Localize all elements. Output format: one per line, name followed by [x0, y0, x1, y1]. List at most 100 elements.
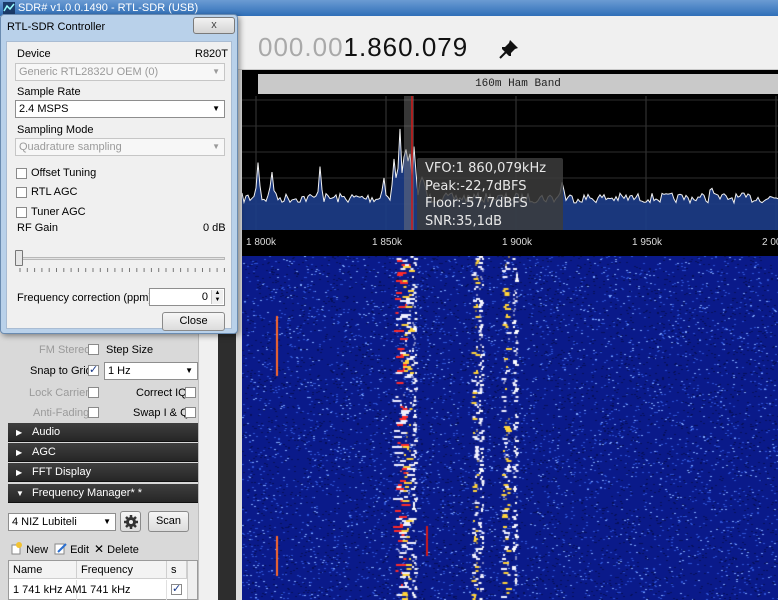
frequency-bar: 000.001.860.079 [236, 16, 778, 70]
rf-gain-slider-ticks [19, 268, 225, 272]
fm-stereo-checkbox[interactable] [88, 344, 99, 355]
close-button[interactable]: Close [162, 312, 225, 331]
snap-to-grid-label: Snap to Grid [30, 365, 92, 377]
dialog-title: RTL-SDR Controller [7, 21, 106, 33]
tooltip-vfo: VFO:1 860,079kHz [425, 161, 547, 176]
dialog-close-button[interactable]: x [193, 17, 235, 34]
rtl-agc-checkbox[interactable] [16, 187, 27, 198]
new-button[interactable]: New [10, 542, 48, 556]
chevron-down-icon: ▼ [185, 366, 193, 375]
tooltip-floor: Floor:-57,7dBFS [425, 196, 528, 211]
frequency-leading-digits[interactable]: 000.00 [258, 32, 344, 62]
section-agc[interactable]: ▶ AGC [8, 443, 198, 462]
delete-label: Delete [107, 544, 139, 556]
frequency-active-digits[interactable]: 1.860.079 [344, 32, 469, 62]
sampling-mode-select[interactable]: Quadrature sampling ▼ [15, 138, 225, 156]
offset-tuning-label: Offset Tuning [31, 167, 97, 179]
expand-arrow-icon: ▶ [16, 468, 23, 477]
section-audio[interactable]: ▶ Audio [8, 423, 198, 442]
new-icon [11, 542, 22, 555]
tuner-agc-label: Tuner AGC [31, 206, 86, 218]
snap-to-grid-checkbox[interactable] [88, 363, 99, 376]
app-icon [3, 2, 15, 14]
axis-tick-label: 1 900k [502, 237, 533, 248]
frequency-axis: 1 800k 1 850k 1 900k 1 950k 2 00 [242, 230, 778, 256]
correct-iq-label: Correct IQ [136, 387, 187, 399]
lock-carrier-checkbox[interactable] [88, 387, 99, 398]
pin-icon[interactable] [498, 38, 520, 60]
close-icon: x [211, 19, 217, 31]
lock-carrier-label: Lock Carrier [29, 387, 89, 399]
axis-tick-label: 1 850k [372, 237, 403, 248]
spinner-arrows-icon[interactable]: ▲ ▼ [211, 290, 223, 304]
swap-iq-checkbox[interactable] [185, 407, 196, 418]
panel-scrollbar[interactable] [198, 316, 218, 600]
sampling-mode-value: Quadrature sampling [19, 141, 122, 153]
group-value: 4 NIZ Lubiteli [12, 516, 77, 528]
anti-fading-checkbox[interactable] [88, 407, 99, 418]
table-cell-frequency[interactable]: 1 741 kHz [77, 580, 167, 600]
edit-icon [54, 543, 67, 555]
dialog-body: Device R820T Generic RTL2832U OEM (0) ▼ S… [6, 41, 232, 331]
rtl-sdr-controller-dialog: RTL-SDR Controller x Device R820T Generi… [0, 14, 238, 334]
step-size-label: Step Size [106, 344, 154, 356]
tuner-agc-checkbox[interactable] [16, 207, 27, 218]
gear-icon [123, 515, 138, 529]
delete-button[interactable]: ✕ Delete [94, 542, 139, 556]
rf-gain-label: RF Gain [17, 222, 58, 234]
axis-tick-label: 1 950k [632, 237, 663, 248]
rf-gain-slider-track[interactable] [19, 257, 225, 260]
axis-tick-label: 2 00 [762, 237, 778, 248]
frequency-correction-value: 0 [201, 291, 208, 303]
tooltip-peak: Peak:-22,7dBFS [425, 178, 527, 194]
band-label: 160m Ham Band [258, 74, 778, 94]
section-label: AGC [32, 446, 56, 458]
waterfall-canvas[interactable] [242, 256, 778, 600]
chevron-down-icon: ▼ [212, 142, 220, 151]
rf-gain-value: 0 dB [203, 222, 226, 234]
frequency-table[interactable]: Name Frequency s 1 741 kHz AM 1 741 kHz [8, 560, 198, 600]
frequency-correction-input[interactable]: 0 ▲ ▼ [149, 288, 225, 306]
app-title: SDR# v1.0.0.1490 - RTL-SDR (USB) [18, 2, 199, 14]
scan-button[interactable]: Scan [148, 511, 189, 532]
section-frequency-manager[interactable]: ▼ Frequency Manager* * [8, 484, 198, 503]
waterfall-display[interactable] [242, 256, 778, 600]
rf-gain-slider-thumb[interactable] [15, 250, 23, 266]
edit-label: Edit [70, 544, 90, 556]
new-label: New [26, 544, 49, 556]
sample-rate-value: 2.4 MSPS [19, 103, 69, 115]
tooltip-snr: SNR:35,1dB [425, 213, 503, 229]
sample-rate-select[interactable]: 2.4 MSPS ▼ [15, 100, 225, 118]
table-scrollbar[interactable] [187, 561, 197, 599]
column-header-name[interactable]: Name [9, 561, 77, 579]
table-row-checkbox[interactable] [171, 582, 182, 595]
spectrum-display[interactable]: 160m Ham Band VFO:1 860,079kHz Peak:-22,… [242, 70, 778, 232]
device-tuner-label: R820T [195, 48, 229, 60]
offset-tuning-checkbox[interactable] [16, 168, 27, 179]
sample-rate-label: Sample Rate [17, 86, 81, 98]
expand-arrow-icon: ▶ [16, 428, 23, 437]
column-header-s[interactable]: s [167, 561, 187, 579]
collapse-arrow-icon: ▼ [16, 489, 24, 498]
column-header-frequency[interactable]: Frequency [77, 561, 167, 579]
chevron-down-icon: ▼ [212, 67, 220, 76]
section-label: Frequency Manager* * [32, 487, 143, 499]
expand-arrow-icon: ▶ [16, 448, 23, 457]
group-select[interactable]: 4 NIZ Lubiteli ▼ [8, 513, 116, 531]
vfo-tooltip: VFO:1 860,079kHz Peak:-22,7dBFS Floor:-5… [417, 158, 563, 232]
edit-button[interactable]: Edit [54, 542, 89, 556]
anti-fading-label: Anti-Fading [33, 407, 90, 419]
rtl-agc-label: RTL AGC [31, 186, 78, 198]
device-select[interactable]: Generic RTL2832U OEM (0) ▼ [15, 63, 225, 81]
settings-button[interactable] [120, 511, 141, 532]
frequency-display[interactable]: 000.001.860.079 [258, 32, 468, 63]
panel-divider [218, 316, 236, 600]
frequency-correction-label: Frequency correction (ppm) [17, 292, 153, 304]
fm-stereo-label: FM Stereo [39, 344, 91, 356]
step-size-value: 1 Hz [108, 365, 131, 377]
section-fft-display[interactable]: ▶ FFT Display [8, 463, 198, 482]
step-size-select[interactable]: 1 Hz ▼ [104, 362, 198, 380]
correct-iq-checkbox[interactable] [185, 387, 196, 398]
axis-tick-label: 1 800k [246, 237, 277, 248]
table-cell-name[interactable]: 1 741 kHz AM [9, 580, 81, 600]
